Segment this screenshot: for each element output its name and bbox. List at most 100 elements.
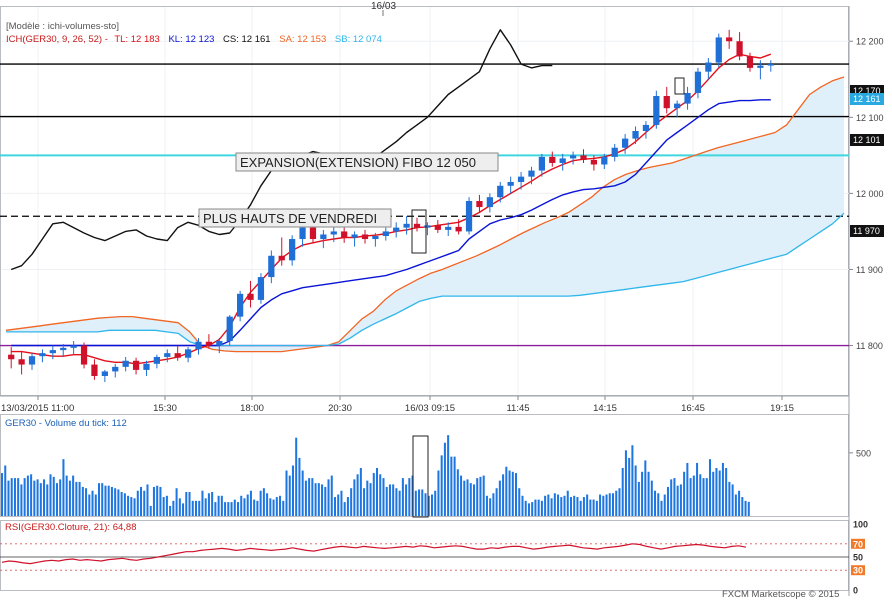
candle-body-up	[517, 176, 525, 182]
volume-bar	[657, 493, 660, 516]
volume-bar	[4, 465, 7, 516]
candle-body-up	[184, 349, 192, 358]
candle-body-down	[413, 223, 421, 228]
x-tick-label: 16/03 09:15	[405, 403, 455, 414]
candle-body-up	[757, 65, 764, 68]
volume-bar	[143, 490, 146, 516]
volume-bar	[185, 492, 188, 516]
volume-bar	[191, 500, 194, 516]
model-label: [Modèle : ichi-volumes-sto]	[6, 21, 119, 32]
volume-bar	[39, 483, 42, 516]
volume-bar	[447, 435, 450, 516]
volume-bar	[233, 499, 236, 516]
volume-bar	[738, 490, 741, 516]
volume-bar	[107, 485, 110, 516]
volume-bar	[430, 494, 433, 516]
candle-body-up	[486, 197, 493, 208]
volume-bar	[686, 462, 689, 516]
volume-bar	[324, 486, 327, 516]
volume-bar	[123, 493, 126, 516]
volume-bar	[85, 488, 88, 516]
volume-bar	[240, 495, 243, 516]
candle-body-up	[684, 92, 691, 104]
volume-bar	[26, 475, 29, 516]
volume-bar	[569, 497, 572, 516]
candle-body-up	[60, 347, 67, 351]
volume-bar	[246, 494, 249, 516]
volume-bar	[699, 474, 702, 516]
chikou-label: CS: 12 161	[223, 34, 271, 45]
candle-body-up	[237, 293, 244, 317]
volume-bar	[466, 479, 469, 516]
volume-bar	[434, 490, 437, 516]
volume-axis: 500	[849, 448, 871, 458]
volume-bar	[631, 445, 634, 516]
price-tag-12161: 12 161	[853, 94, 881, 104]
volume-bar	[353, 479, 356, 516]
volume-bar	[744, 500, 747, 516]
candle-body-down	[91, 364, 98, 376]
rsi-tick-label: 50	[853, 553, 863, 563]
senkou-b-label: SB: 12 074	[335, 34, 382, 45]
volume-bar	[311, 478, 314, 516]
volume-bar	[194, 500, 197, 516]
volume-bar	[343, 502, 346, 516]
volume-bar	[369, 483, 372, 516]
volume-bar	[605, 494, 608, 516]
volume-bar	[159, 486, 162, 516]
candle-body-up	[195, 341, 202, 350]
volume-bar	[211, 492, 214, 516]
volume-bar	[472, 484, 476, 516]
volume-bar	[637, 481, 640, 516]
volume-bar	[162, 497, 165, 516]
volume-bar	[262, 488, 265, 516]
candle-body-up	[497, 185, 504, 198]
volume-bar	[388, 484, 391, 516]
price-tag-12101: 12 101	[853, 135, 881, 145]
volume-bar	[36, 479, 39, 516]
candle-body-up	[715, 37, 722, 63]
volume-bar	[288, 475, 291, 516]
volume-bar	[576, 497, 579, 516]
candle-body-up	[143, 363, 150, 370]
volume-bar	[20, 484, 23, 516]
candle-body-down	[247, 293, 254, 300]
volume-bar	[456, 469, 459, 516]
volume-bar	[298, 457, 301, 516]
volume-bar	[401, 478, 404, 516]
volume-bar	[683, 471, 686, 516]
volume-bar	[17, 478, 20, 516]
x-tick-label: 14:15	[593, 403, 617, 414]
volume-bar	[692, 475, 695, 516]
volume-bar	[152, 486, 155, 516]
volume-bar	[33, 480, 36, 516]
time-axis: 13/03/2015 11:00 15:30 18:00 20:30 16/03 09:…	[1, 396, 794, 414]
volume-bar	[566, 490, 569, 516]
y-tick-label: 11 900	[856, 265, 883, 275]
volume-bar	[550, 498, 553, 516]
candle-body-up	[49, 350, 56, 354]
volume-bar	[589, 499, 592, 516]
volume-bar	[110, 486, 113, 516]
candle-body-down	[746, 56, 754, 68]
footer-credit: FXCM Marketscope © 2015	[722, 589, 839, 600]
candle-body-up	[28, 356, 36, 365]
volume-bar	[518, 488, 521, 516]
volume-bar	[359, 468, 362, 516]
volume-bar	[615, 490, 618, 516]
volume-bar	[104, 485, 107, 516]
volume-bar	[611, 493, 615, 516]
volume-bar	[62, 459, 65, 516]
volume-bar	[350, 488, 353, 516]
candle-body-down	[278, 255, 285, 261]
candle-body-up	[320, 234, 327, 240]
volume-bar	[376, 468, 379, 516]
volume-bar	[440, 455, 443, 516]
volume-bar	[230, 502, 233, 516]
candle-body-up	[569, 155, 577, 159]
volume-bar	[650, 480, 653, 516]
volume-bar	[715, 468, 718, 516]
candle-body-down	[580, 155, 587, 160]
candle-body-down	[726, 37, 733, 42]
volume-bar	[214, 502, 217, 516]
